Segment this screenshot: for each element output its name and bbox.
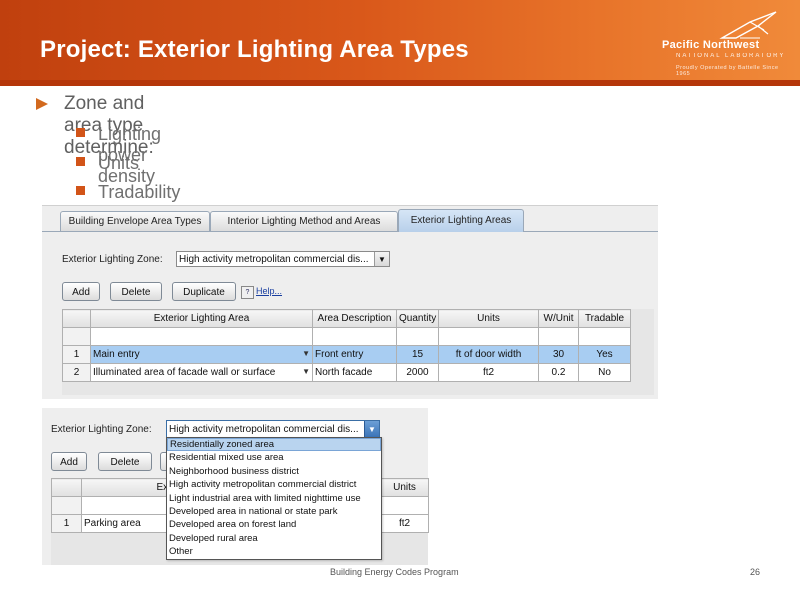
pnnl-logo: Pacific Northwest NATIONAL LABORATORY Pr… [640,8,790,78]
units-cell: ft2 [438,363,539,382]
chevron-down-icon[interactable]: ▼ [374,252,389,266]
wunit-cell: 30 [538,345,579,364]
chevron-down-icon[interactable]: ▼ [364,421,379,437]
help-link[interactable]: Help... [256,286,282,296]
duplicate-button[interactable]: Duplicate [172,282,236,301]
delete-button[interactable]: Delete [110,282,162,301]
tab-building-envelope[interactable]: Building Envelope Area Types [60,211,210,231]
table-spacer-row [62,327,631,346]
row-number: 2 [62,363,91,382]
tab-interior-lighting[interactable]: Interior Lighting Method and Areas [210,211,398,231]
chevron-down-icon[interactable]: ▼ [302,367,310,376]
dropdown-option[interactable]: High activity metropolitan commercial di… [167,478,381,491]
zone-select-open[interactable]: High activity metropolitan commercial di… [166,420,380,438]
triangle-bullet-icon [36,98,48,110]
quantity-cell[interactable]: 15 [396,345,439,364]
footer-program: Building Energy Codes Program [330,567,459,577]
sub-bullet: Tradability [98,182,181,202]
header-num [62,309,91,328]
dropdown-option[interactable]: Other [167,545,381,558]
add-button[interactable]: Add [51,452,87,471]
quantity-cell[interactable]: 2000 [396,363,439,382]
table-header-row: Exterior Lighting Area Area Description … [62,309,631,328]
square-bullet-icon [76,186,85,195]
chevron-down-icon[interactable]: ▼ [302,349,310,358]
units-cell: ft2 [380,514,429,533]
logo-line3: Proudly Operated by Battelle Since 1965 [676,65,779,77]
area-type-cell[interactable]: Main entry ▼ [90,345,313,364]
dropdown-option[interactable]: Developed rural area [167,532,381,545]
dropdown-option[interactable]: Residentially zoned area [167,438,381,452]
wunit-cell: 0.2 [538,363,579,382]
dropdown-option[interactable]: Developed area on forest land [167,518,381,531]
square-bullet-icon [76,128,85,137]
header-units[interactable]: Units [438,309,539,328]
dropdown-option[interactable]: Light industrial area with limited night… [167,492,381,505]
tab-bar: Building Envelope Area Types Interior Li… [42,206,658,232]
header-tradable[interactable]: Tradable [578,309,631,328]
dropdown-option[interactable]: Residential mixed use area [167,451,381,464]
tab-exterior-lighting[interactable]: Exterior Lighting Areas [398,209,524,232]
logo-line1: Pacific Northwest [662,39,760,51]
row-number: 1 [51,514,82,533]
header-wunit[interactable]: W/Unit [538,309,579,328]
square-bullet-icon [76,157,85,166]
dropdown-option[interactable]: Developed area in national or state park [167,505,381,518]
header-description[interactable]: Area Description [312,309,397,328]
tradable-cell: No [578,363,631,382]
zone-dropdown-list[interactable]: Residentially zoned area Residential mix… [166,437,382,560]
dropdown-option[interactable]: Neighborhood business district [167,465,381,478]
slide-title: Project: Exterior Lighting Area Types [40,36,469,63]
area-type-value: Illuminated area of facade wall or surfa… [93,367,276,378]
zone-select-value: High activity metropolitan commercial di… [169,424,359,435]
add-button[interactable]: Add [62,282,100,301]
header-units[interactable]: Units [380,478,429,497]
description-cell[interactable]: Front entry [312,345,397,364]
tradable-cell: Yes [578,345,631,364]
units-cell: ft of door width [438,345,539,364]
row-number: 1 [62,345,91,364]
table-row[interactable]: 1 Main entry ▼ Front entry 15 ft of door … [62,345,631,364]
page-number: 26 [750,567,761,577]
delete-button[interactable]: Delete [98,452,152,471]
area-type-value: Main entry [93,349,140,360]
title-banner: Project: Exterior Lighting Area Types Pa… [0,0,800,86]
help-icon[interactable]: ? [241,286,254,299]
zone-select[interactable]: High activity metropolitan commercial di… [176,251,390,267]
areas-table: Exterior Lighting Area Area Description … [62,309,631,382]
table-row[interactable]: 2 Illuminated area of facade wall or sur… [62,363,631,382]
sub-bullet: Units [98,153,140,173]
zone-label: Exterior Lighting Zone: [62,254,163,265]
zone-label: Exterior Lighting Zone: [51,424,152,435]
area-type-cell[interactable]: Illuminated area of facade wall or surfa… [90,363,313,382]
header-quantity[interactable]: Quantity [396,309,439,328]
header-area[interactable]: Exterior Lighting Area [90,309,313,328]
description-cell[interactable]: North facade [312,363,397,382]
zone-select-value: High activity metropolitan commercial di… [179,254,369,265]
logo-line2: NATIONAL LABORATORY [676,53,786,59]
app-screenshot-dropdown: Exterior Lighting Zone: High activity me… [42,408,429,565]
app-screenshot-main: Building Envelope Area Types Interior Li… [42,205,658,399]
